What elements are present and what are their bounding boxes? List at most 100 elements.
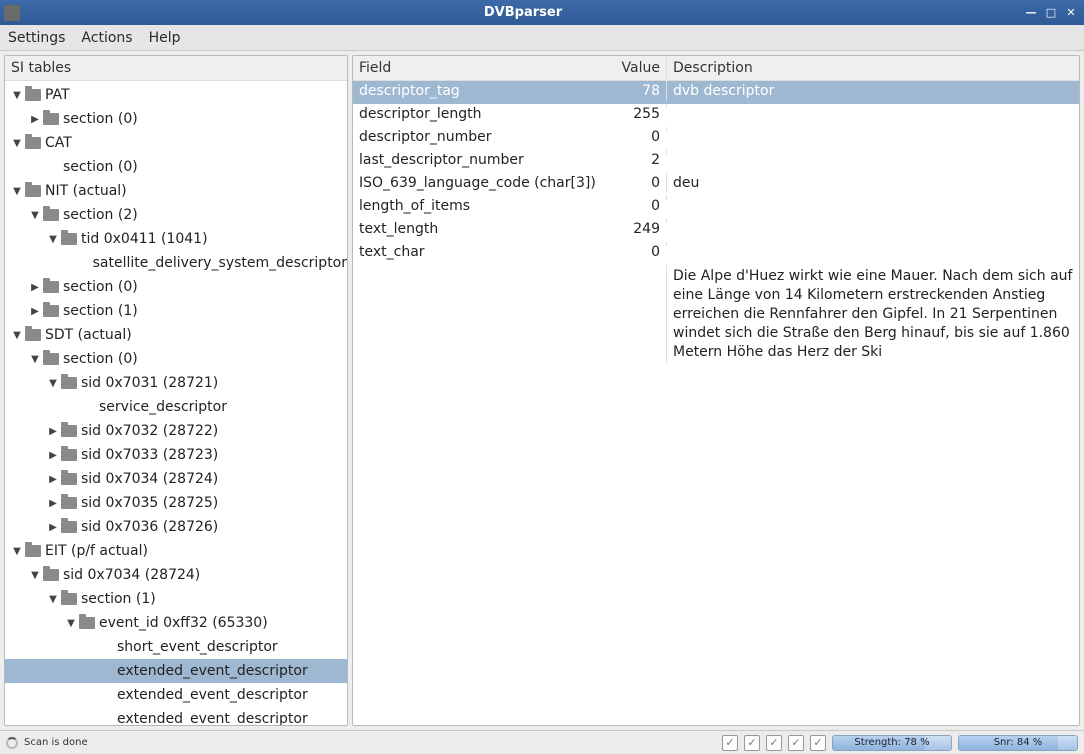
- tree-node[interactable]: ▼NIT (actual): [5, 179, 347, 203]
- tree-node[interactable]: ▶sid 0x7034 (28724): [5, 467, 347, 491]
- long-description: Die Alpe d'Huez wirkt wie eine Mauer. Na…: [666, 265, 1079, 363]
- check-2[interactable]: ✓: [744, 735, 760, 751]
- folder-icon: [61, 449, 77, 461]
- long-desc-row: Die Alpe d'Huez wirkt wie eine Mauer. Na…: [353, 265, 1079, 363]
- tree-node[interactable]: extended_event_descriptor: [5, 659, 347, 683]
- tree-label: sid 0x7034 (28724): [81, 471, 218, 487]
- cell-field: descriptor_number: [353, 127, 611, 147]
- tree-node[interactable]: ▶ sid 0x7033 (28723): [5, 443, 347, 467]
- folder-icon: [61, 473, 77, 485]
- table-row[interactable]: descriptor_tag78dvb descriptor: [353, 81, 1079, 104]
- table-row[interactable]: ISO_639_language_code (char[3])0deu: [353, 173, 1079, 196]
- cell-value: 78: [611, 81, 666, 101]
- tree-node[interactable]: ▶sid 0x7035 (28725): [5, 491, 347, 515]
- maximize-button[interactable]: □: [1042, 6, 1060, 20]
- minimize-button[interactable]: —: [1022, 6, 1040, 20]
- tree-label: sid 0x7031 (28721): [81, 375, 218, 391]
- tree-node[interactable]: satellite_delivery_system_descriptor: [5, 251, 347, 275]
- snr-label: Snr: 84 %: [994, 737, 1043, 748]
- tree-label: sid 0x7033 (28723): [81, 447, 218, 463]
- table-row[interactable]: text_char0: [353, 242, 1079, 265]
- tree-node[interactable]: ▼SDT (actual): [5, 323, 347, 347]
- check-4[interactable]: ✓: [788, 735, 804, 751]
- chevron-down-icon: ▼: [29, 354, 41, 365]
- cell-field: descriptor_length: [353, 104, 611, 124]
- tree-node[interactable]: ▼section (1): [5, 587, 347, 611]
- tree-node[interactable]: ▼sid 0x7031 (28721): [5, 371, 347, 395]
- tree-node[interactable]: ▼CAT: [5, 131, 347, 155]
- tree-node[interactable]: section (0): [5, 155, 347, 179]
- folder-icon: [25, 137, 41, 149]
- chevron-right-icon: ▶: [47, 426, 59, 437]
- check-1[interactable]: ✓: [722, 735, 738, 751]
- table-row[interactable]: length_of_items0: [353, 196, 1079, 219]
- close-button[interactable]: ✕: [1062, 6, 1080, 20]
- tree-node[interactable]: ▼section (2): [5, 203, 347, 227]
- tree-node[interactable]: ▼section (0): [5, 347, 347, 371]
- content-area: SI tables ▼PAT▶section (0)▼CATsection (0…: [0, 51, 1084, 730]
- tree-label: CAT: [45, 135, 72, 151]
- table-row[interactable]: descriptor_number0: [353, 127, 1079, 150]
- chevron-down-icon: ▼: [11, 330, 23, 341]
- cell-value: 0: [611, 196, 666, 216]
- folder-icon: [79, 617, 95, 629]
- tree-node[interactable]: ▶section (1): [5, 299, 347, 323]
- chevron-right-icon: ▶: [29, 114, 41, 125]
- cell-desc: [666, 242, 1079, 246]
- cell-field: text_char: [353, 242, 611, 262]
- chevron-right-icon: ▶: [47, 450, 59, 461]
- detail-table[interactable]: descriptor_tag78dvb descriptordescriptor…: [353, 81, 1079, 725]
- spinner-icon: [6, 737, 18, 749]
- chevron-down-icon: ▼: [47, 594, 59, 605]
- statusbar: Scan is done ✓ ✓ ✓ ✓ ✓ Strength: 78 % Sn…: [0, 730, 1084, 754]
- cell-value: 0: [611, 242, 666, 262]
- table-row[interactable]: last_descriptor_number2: [353, 150, 1079, 173]
- chevron-down-icon: ▼: [29, 570, 41, 581]
- folder-icon: [25, 89, 41, 101]
- check-5[interactable]: ✓: [810, 735, 826, 751]
- tree-node[interactable]: extended_event_descriptor: [5, 707, 347, 725]
- cell-value: 0: [611, 127, 666, 147]
- cell-desc: [666, 219, 1079, 223]
- detail-header: Field Value Description: [353, 56, 1079, 81]
- tree-node[interactable]: ▶sid 0x7032 (28722): [5, 419, 347, 443]
- tree-label: extended_event_descriptor: [117, 711, 308, 725]
- tree-node[interactable]: short_event_descriptor: [5, 635, 347, 659]
- tree-node[interactable]: ▼tid 0x0411 (1041): [5, 227, 347, 251]
- tree-node[interactable]: ▼event_id 0xff32 (65330): [5, 611, 347, 635]
- tree-label: PAT: [45, 87, 70, 103]
- tree-label: service_descriptor: [99, 399, 227, 415]
- tree-node[interactable]: extended_event_descriptor: [5, 683, 347, 707]
- si-tree[interactable]: ▼PAT▶section (0)▼CATsection (0)▼NIT (act…: [5, 81, 347, 725]
- tree-node[interactable]: ▼PAT: [5, 83, 347, 107]
- tree-node[interactable]: ▶section (0): [5, 107, 347, 131]
- table-row[interactable]: text_length249: [353, 219, 1079, 242]
- chevron-right-icon: ▶: [47, 498, 59, 509]
- tree-node[interactable]: ▶section (0): [5, 275, 347, 299]
- cell-desc: dvb descriptor: [666, 81, 1079, 101]
- strength-bar: Strength: 78 %: [832, 735, 952, 751]
- chevron-down-icon: ▼: [47, 234, 59, 245]
- col-desc-header: Description: [666, 56, 1079, 80]
- chevron-down-icon: ▼: [65, 618, 77, 629]
- titlebar: DVBparser — □ ✕: [0, 0, 1084, 25]
- menu-actions[interactable]: Actions: [81, 30, 132, 46]
- cell-field: text_length: [353, 219, 611, 239]
- table-row[interactable]: descriptor_length255: [353, 104, 1079, 127]
- folder-icon: [61, 233, 77, 245]
- folder-icon: [43, 353, 59, 365]
- cell-value: 249: [611, 219, 666, 239]
- tree-label: section (0): [63, 279, 138, 295]
- check-3[interactable]: ✓: [766, 735, 782, 751]
- tree-node[interactable]: ▼EIT (p/f actual): [5, 539, 347, 563]
- menu-settings[interactable]: Settings: [8, 30, 65, 46]
- cell-value: 0: [611, 173, 666, 193]
- tree-node[interactable]: ▼sid 0x7034 (28724): [5, 563, 347, 587]
- tree-node[interactable]: ▶sid 0x7036 (28726): [5, 515, 347, 539]
- cell-value: 2: [611, 150, 666, 170]
- cell-desc: [666, 150, 1079, 154]
- folder-icon: [61, 497, 77, 509]
- cell-field: length_of_items: [353, 196, 611, 216]
- tree-node[interactable]: service_descriptor: [5, 395, 347, 419]
- menu-help[interactable]: Help: [149, 30, 181, 46]
